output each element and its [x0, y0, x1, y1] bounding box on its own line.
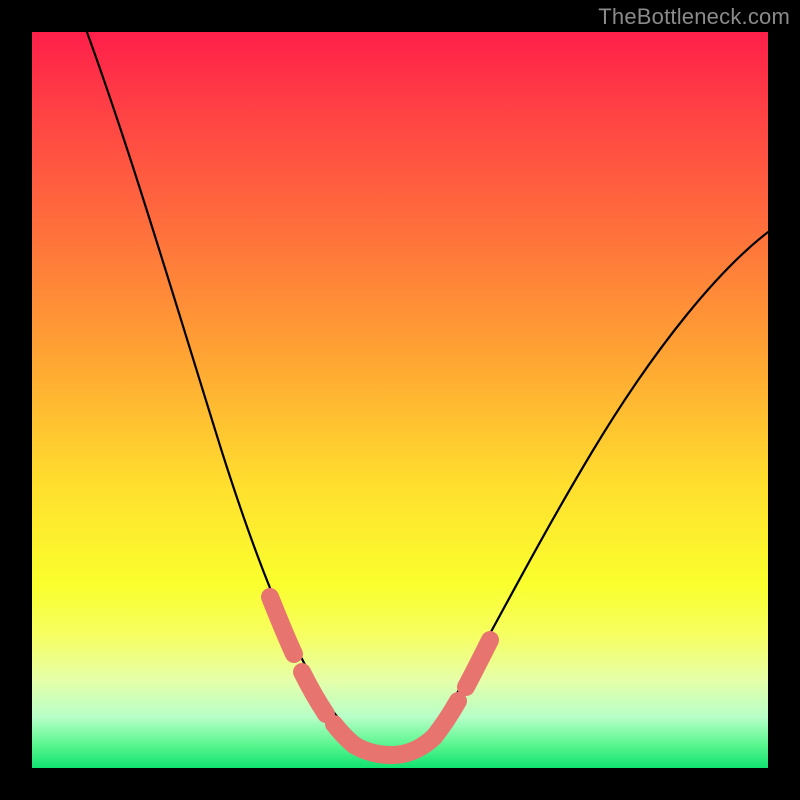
highlight-left-seg2 — [302, 672, 326, 714]
highlight-left-seg1 — [270, 597, 294, 654]
chart-frame: TheBottleneck.com — [0, 0, 800, 800]
plot-area — [32, 32, 768, 768]
curve-svg — [32, 32, 768, 768]
bottleneck-curve — [72, 0, 782, 752]
highlight-right-seg2 — [466, 640, 490, 687]
highlight-right-seg1 — [434, 701, 458, 737]
highlight-bottom — [354, 737, 434, 755]
watermark-text: TheBottleneck.com — [598, 4, 790, 30]
